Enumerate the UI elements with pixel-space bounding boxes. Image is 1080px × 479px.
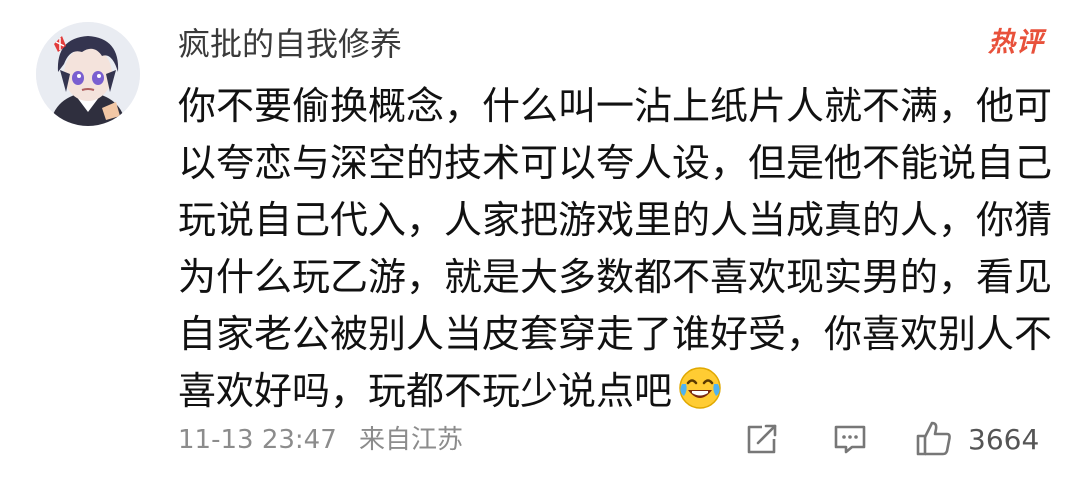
comment-line: 自家老公被别人当皮套穿走了谁好受，你喜欢别人不 (178, 312, 1053, 356)
thumbs-up-icon (916, 421, 951, 456)
comment-meta: 11-13 23:47 来自江苏 (178, 420, 463, 460)
laugh-cry-icon (678, 366, 722, 426)
comment-location: 来自江苏 (359, 425, 464, 455)
comment-body: 你不要偷换概念，什么叫一沾上纸片人就不满，他可 以夸恋与深空的技术可以夸人设，但… (178, 78, 1053, 426)
comment-icon (834, 425, 866, 454)
like-button[interactable]: 3664 (914, 419, 1039, 459)
comment-line: 以夸恋与深空的技术可以夸人设，但是他不能说自己 (178, 141, 1053, 185)
comment-time: 11-13 23:47 (178, 425, 337, 455)
comment-line: 玩说自己代入，人家把游戏里的人当成真的人，你猜 (178, 198, 1053, 242)
comment-line: 喜欢好吗，玩都不玩少说点吧 (178, 369, 673, 413)
hot-comment-badge: 热评 (988, 27, 1044, 58)
comment-line: 你不要偷换概念，什么叫一沾上纸片人就不满，他可 (178, 84, 1053, 128)
avatar[interactable] (36, 22, 140, 126)
share-icon (747, 424, 777, 454)
username[interactable]: 疯批的自我修养 (178, 22, 402, 66)
avatar-image (36, 22, 140, 126)
share-button[interactable] (744, 421, 780, 457)
reply-button[interactable] (832, 421, 868, 457)
like-count: 3664 (968, 422, 1040, 456)
comment-actions: 3664 (744, 416, 1039, 462)
comment-line: 为什么玩乙游，就是大多数都不喜欢现实男的，看见 (178, 255, 1053, 299)
